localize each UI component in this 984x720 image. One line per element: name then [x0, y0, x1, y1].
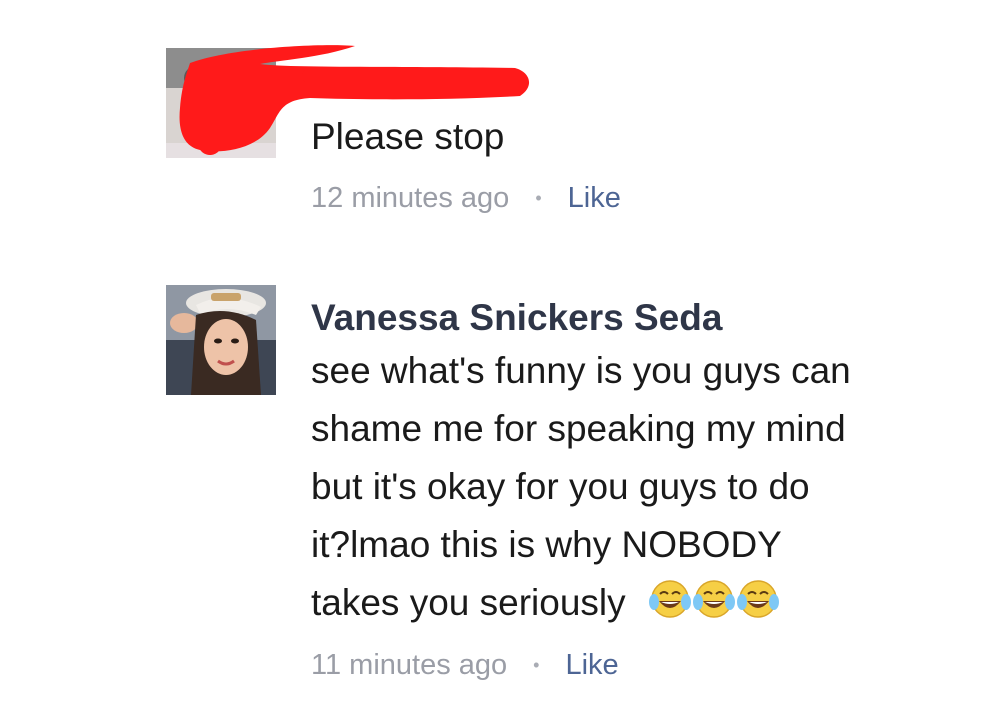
face-with-tears-of-joy-icon: [736, 580, 779, 618]
timestamp: 11 minutes ago: [311, 648, 508, 681]
comment-line-with-emoji: takes you seriously: [311, 574, 961, 632]
emoji-group: [648, 577, 780, 621]
face-with-tears-of-joy-icon: [648, 580, 691, 618]
separator-dot: •: [533, 654, 540, 675]
comment-thread: Please stop 12 minutes ago • Like Vaness…: [0, 0, 984, 720]
author-name[interactable]: Vanessa Snickers Seda: [311, 296, 722, 340]
comment-text: Please stop: [311, 108, 961, 166]
avatar[interactable]: [166, 285, 276, 395]
like-button[interactable]: Like: [568, 182, 621, 215]
comment-line: shame me for speaking my mind: [311, 408, 846, 449]
like-button[interactable]: Like: [565, 649, 618, 682]
comment-line: Please stop: [311, 116, 505, 157]
comment-meta: 11 minutes ago • Like: [311, 645, 619, 685]
comment-line: but it's okay for you guys to do: [311, 466, 810, 507]
face-with-tears-of-joy-icon: [692, 580, 735, 618]
comment-line: see what's funny is you guys can: [311, 350, 851, 391]
comment-meta: 12 minutes ago • Like: [311, 178, 621, 218]
avatar-image: [166, 285, 276, 395]
timestamp: 12 minutes ago: [311, 181, 510, 214]
comment-text: see what's funny is you guys can shame m…: [311, 342, 961, 632]
comment-line: it?lmao this is why NOBODY: [311, 524, 782, 565]
separator-dot: •: [535, 187, 542, 208]
comment-line: takes you seriously: [311, 582, 626, 623]
